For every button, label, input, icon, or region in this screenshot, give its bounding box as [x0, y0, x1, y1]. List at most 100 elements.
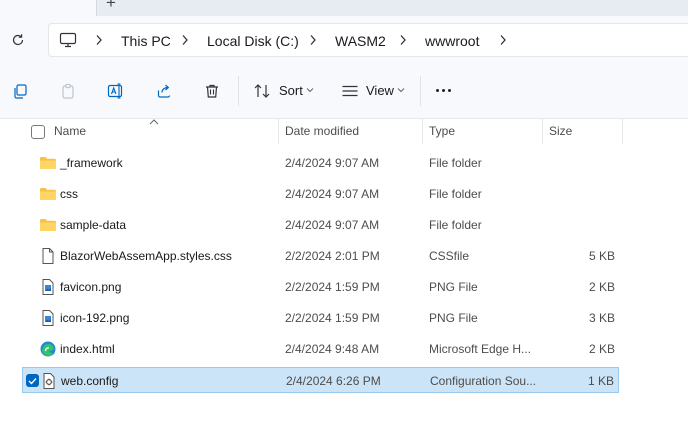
breadcrumb-this-pc[interactable]: This PC	[121, 33, 171, 49]
chevron-right-icon[interactable]	[499, 34, 507, 46]
document-icon	[42, 248, 54, 264]
file-size: 2 KB	[588, 280, 615, 294]
file-row[interactable]: BlazorWebAssemApp.styles.css 2/2/2024 2:…	[22, 243, 619, 269]
sort-ascending-caret-icon	[149, 119, 159, 125]
config-file-icon	[43, 373, 55, 389]
file-name: favicon.png	[60, 280, 122, 294]
file-type: PNG File	[429, 280, 478, 294]
file-type: Configuration Sou...	[430, 374, 537, 388]
file-row[interactable]: favicon.png 2/2/2024 1:59 PM PNG File 2 …	[22, 274, 619, 300]
address-bar[interactable]: This PC Local Disk (C:) WASM2 wwwroot	[48, 23, 688, 57]
view-label[interactable]: View	[366, 83, 394, 98]
file-date: 2/4/2024 9:48 AM	[285, 342, 380, 356]
column-name[interactable]: Name	[54, 124, 86, 138]
more-options-button[interactable]	[436, 89, 451, 92]
file-size: 2 KB	[588, 342, 615, 356]
file-date: 2/2/2024 2:01 PM	[285, 249, 380, 263]
sort-label[interactable]: Sort	[279, 83, 303, 98]
delete-button[interactable]	[202, 81, 222, 101]
command-toolbar: Sort View	[0, 64, 688, 119]
active-tab[interactable]	[0, 0, 97, 16]
file-row[interactable]: icon-192.png 2/2/2024 1:59 PM PNG File 3…	[22, 305, 619, 331]
file-date: 2/4/2024 6:26 PM	[286, 374, 381, 388]
file-date: 2/2/2024 1:59 PM	[285, 311, 380, 325]
chevron-down-icon[interactable]	[306, 87, 314, 93]
address-row: This PC Local Disk (C:) WASM2 wwwroot	[0, 16, 688, 64]
file-name: icon-192.png	[60, 311, 130, 325]
column-size[interactable]: Size	[549, 124, 572, 138]
sort-icon	[254, 84, 270, 98]
list-view-icon	[342, 85, 358, 97]
toolbar-divider	[238, 76, 239, 106]
file-type: CSSfile	[429, 249, 470, 263]
file-name: css	[60, 187, 78, 201]
image-file-icon	[42, 310, 54, 326]
refresh-icon	[12, 34, 24, 46]
file-name: web.config	[61, 374, 119, 388]
column-divider[interactable]	[278, 119, 279, 144]
file-date: 2/4/2024 9:07 AM	[285, 187, 380, 201]
chevron-down-icon[interactable]	[397, 87, 405, 93]
tab-strip: +	[0, 0, 688, 16]
column-date-modified[interactable]: Date modified	[285, 124, 359, 138]
breadcrumb-wasm2[interactable]: WASM2	[335, 33, 386, 49]
file-row-selected[interactable]: web.config 2/4/2024 6:26 PM Configuratio…	[22, 367, 619, 393]
file-row[interactable]: css 2/4/2024 9:07 AM File folder	[22, 181, 619, 207]
copy-icon	[14, 84, 27, 99]
file-name: BlazorWebAssemApp.styles.css	[60, 249, 232, 263]
trash-icon	[206, 84, 218, 98]
file-date: 2/4/2024 9:07 AM	[285, 218, 380, 232]
toolbar-divider	[420, 76, 421, 106]
select-all-checkbox[interactable]	[31, 125, 45, 139]
chevron-right-icon[interactable]	[95, 34, 103, 46]
image-file-icon	[42, 279, 54, 295]
folder-icon	[40, 219, 56, 231]
folder-icon	[40, 157, 56, 169]
chevron-right-icon[interactable]	[309, 34, 317, 46]
file-type: Microsoft Edge H...	[429, 342, 532, 356]
refresh-button[interactable]	[8, 30, 28, 50]
file-date: 2/4/2024 9:07 AM	[285, 156, 380, 170]
file-name: index.html	[60, 342, 115, 356]
file-row[interactable]: sample-data 2/4/2024 9:07 AM File folder	[22, 212, 619, 238]
paste-button[interactable]	[58, 81, 78, 101]
column-type[interactable]: Type	[429, 124, 455, 138]
file-row[interactable]: _framework 2/4/2024 9:07 AM File folder	[22, 150, 619, 176]
row-checkbox-checked[interactable]	[26, 374, 39, 387]
edge-icon	[40, 341, 56, 357]
breadcrumb-wwwroot[interactable]: wwwroot	[425, 33, 479, 49]
file-size: 5 KB	[588, 249, 615, 263]
column-header: Name Date modified Type Size	[0, 119, 688, 144]
file-type: File folder	[429, 218, 482, 232]
folder-icon	[40, 188, 56, 200]
file-type: File folder	[429, 187, 482, 201]
file-type: File folder	[429, 156, 482, 170]
rename-icon	[107, 83, 123, 99]
column-divider[interactable]	[422, 119, 423, 144]
rename-button[interactable]	[106, 81, 126, 101]
view-button[interactable]	[340, 81, 360, 101]
chevron-right-icon[interactable]	[181, 34, 189, 46]
copy-button[interactable]	[10, 81, 30, 101]
clipboard-icon	[62, 83, 74, 99]
file-size: 1 KB	[587, 374, 614, 388]
file-row[interactable]: index.html 2/4/2024 9:48 AM Microsoft Ed…	[22, 336, 619, 362]
more-dot	[442, 89, 445, 92]
share-button[interactable]	[154, 81, 174, 101]
file-name: sample-data	[60, 218, 127, 232]
more-dot	[448, 89, 451, 92]
share-icon	[157, 84, 171, 98]
chevron-right-icon[interactable]	[399, 34, 407, 46]
breadcrumb-local-disk[interactable]: Local Disk (C:)	[207, 33, 299, 49]
file-type: PNG File	[429, 311, 478, 325]
sort-button[interactable]	[252, 81, 272, 101]
file-size: 3 KB	[588, 311, 615, 325]
more-dot	[436, 89, 439, 92]
column-divider[interactable]	[622, 119, 623, 144]
new-tab-button[interactable]: +	[106, 0, 116, 13]
column-divider[interactable]	[542, 119, 543, 144]
file-name: _framework	[60, 156, 123, 170]
computer-icon	[59, 32, 77, 48]
checkmark-icon	[28, 377, 37, 385]
file-date: 2/2/2024 1:59 PM	[285, 280, 380, 294]
